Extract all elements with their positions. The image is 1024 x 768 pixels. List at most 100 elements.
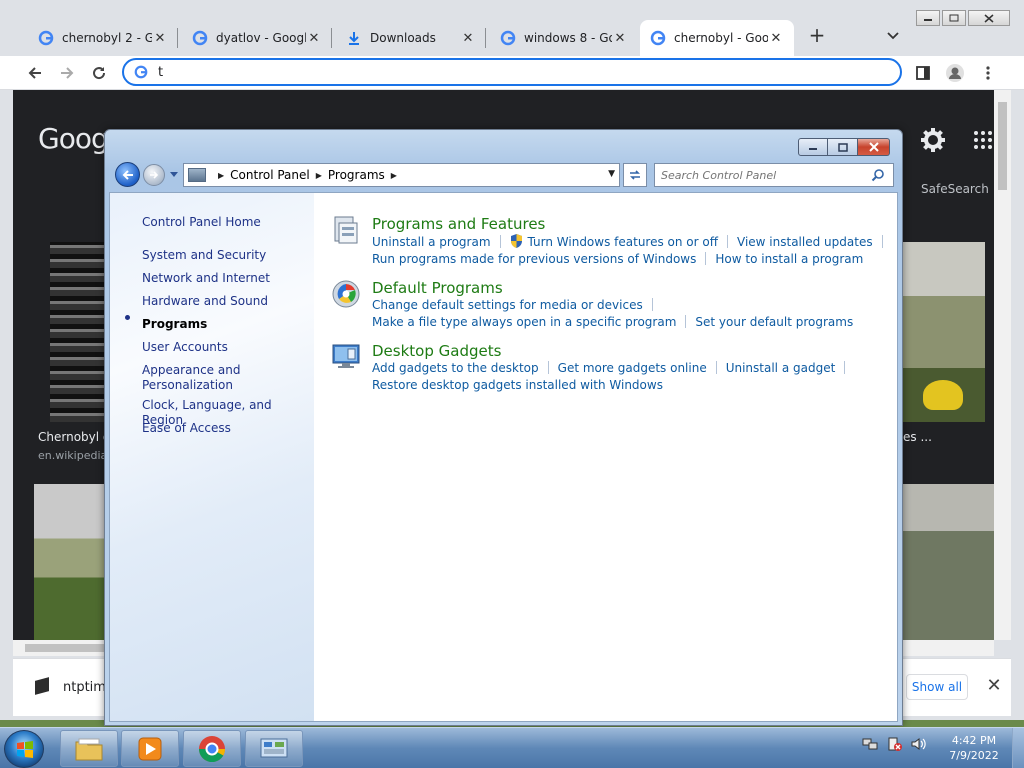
tab-windows-8[interactable]: windows 8 - Goo ✕ — [490, 20, 638, 56]
close-icon — [868, 142, 879, 152]
forward-button[interactable] — [143, 164, 165, 186]
breadcrumb-control-panel[interactable]: Control Panel — [230, 168, 310, 182]
google-g-icon — [650, 30, 666, 46]
nav-system-and-security[interactable]: System and Security — [142, 248, 266, 263]
tab-close-icon[interactable]: ✕ — [612, 31, 628, 46]
search-box[interactable] — [654, 163, 894, 187]
tab-chernobyl-2[interactable]: chernobyl 2 - Goo ✕ — [28, 20, 178, 56]
link-add-gadgets[interactable]: Add gadgets to the desktop — [372, 361, 539, 375]
chevron-down-icon[interactable] — [884, 26, 902, 44]
link-set-default-programs[interactable]: Set your default programs — [695, 315, 853, 329]
control-panel-content: Control Panel Home System and Security N… — [109, 192, 898, 722]
minimize-button[interactable] — [798, 138, 828, 156]
chevron-down-icon[interactable] — [169, 169, 179, 179]
control-panel-icon — [188, 168, 206, 182]
image-result[interactable] — [901, 484, 994, 640]
apps-grid-icon[interactable] — [973, 130, 993, 150]
current-item-bullet — [125, 315, 130, 320]
close-button[interactable] — [968, 10, 1010, 26]
category-links-row: Run programs made for previous versions … — [372, 252, 863, 266]
link-file-type-association[interactable]: Make a file type always open in a specif… — [372, 315, 676, 329]
google-g-icon — [192, 30, 208, 46]
maximize-button[interactable] — [828, 138, 858, 156]
chevron-down-icon[interactable]: ▼ — [608, 169, 615, 179]
link-change-default-media[interactable]: Change default settings for media or dev… — [372, 298, 643, 312]
category-title[interactable]: Programs and Features — [372, 215, 545, 233]
image-result[interactable] — [50, 242, 110, 422]
nav-hardware-and-sound[interactable]: Hardware and Sound — [142, 294, 268, 309]
address-bar[interactable] — [122, 58, 902, 86]
nav-user-accounts[interactable]: User Accounts — [142, 340, 228, 355]
link-turn-windows-features[interactable]: Turn Windows features on or off — [528, 235, 719, 249]
network-icon[interactable] — [862, 736, 878, 752]
search-icon[interactable] — [871, 168, 885, 182]
link-get-more-gadgets[interactable]: Get more gadgets online — [558, 361, 707, 375]
explorer-address-bar[interactable]: ▶ Control Panel ▶ Programs ▶ ▼ — [183, 163, 620, 187]
action-center-icon[interactable] — [886, 736, 902, 752]
tab-close-icon[interactable]: ✕ — [460, 31, 476, 46]
taskbar-media-player[interactable] — [121, 730, 179, 767]
show-desktop-button[interactable] — [1012, 728, 1024, 768]
tab-dyatlov[interactable]: dyatlov - Google ✕ — [182, 20, 332, 56]
link-separator — [715, 361, 717, 374]
scrollbar-thumb[interactable] — [25, 644, 115, 652]
safesearch-link[interactable]: SafeSearch — [921, 182, 989, 196]
omnibox-input[interactable] — [158, 64, 858, 80]
nav-appearance-and-personalization[interactable]: Appearance and Personalization — [142, 363, 252, 393]
nav-programs[interactable]: Programs — [142, 317, 207, 332]
google-g-icon — [134, 65, 148, 79]
clock-date: 7/9/2022 — [949, 749, 999, 762]
side-panel-button[interactable] — [912, 62, 934, 84]
start-button[interactable] — [4, 730, 44, 768]
link-view-installed-updates[interactable]: View installed updates — [737, 235, 873, 249]
vertical-scrollbar[interactable] — [994, 90, 1011, 640]
refresh-button[interactable] — [623, 163, 647, 187]
new-tab-button[interactable]: + — [806, 25, 828, 47]
menu-button[interactable] — [977, 62, 999, 84]
restore-button[interactable] — [942, 10, 966, 26]
nav-control-panel-home[interactable]: Control Panel Home — [142, 215, 261, 230]
taskbar-control-panel[interactable] — [245, 730, 303, 767]
category-links-row: Change default settings for media or dev… — [372, 298, 662, 312]
clock-time: 4:42 PM — [951, 734, 997, 747]
tab-close-icon[interactable]: ✕ — [152, 31, 168, 46]
category-title[interactable]: Default Programs — [372, 279, 503, 297]
link-uninstall-gadget[interactable]: Uninstall a gadget — [726, 361, 836, 375]
tab-chernobyl[interactable]: chernobyl - Goo ✕ — [640, 20, 794, 56]
minimize-button[interactable] — [916, 10, 940, 26]
category-title[interactable]: Desktop Gadgets — [372, 342, 501, 360]
tab-close-icon[interactable]: ✕ — [768, 31, 784, 46]
link-restore-gadgets[interactable]: Restore desktop gadgets installed with W… — [372, 378, 663, 392]
link-uninstall-program[interactable]: Uninstall a program — [372, 235, 491, 249]
nav-ease-of-access[interactable]: Ease of Access — [142, 421, 231, 436]
breadcrumb-arrow-icon[interactable]: ▶ — [218, 171, 224, 180]
reload-button[interactable] — [88, 62, 110, 84]
link-run-old-programs[interactable]: Run programs made for previous versions … — [372, 252, 696, 266]
media-player-icon — [138, 737, 162, 760]
image-result-title[interactable]: Chernobyl d — [38, 430, 111, 444]
close-button[interactable] — [858, 138, 890, 156]
link-how-to-install[interactable]: How to install a program — [715, 252, 863, 266]
volume-icon[interactable] — [910, 736, 926, 752]
tab-close-icon[interactable]: ✕ — [306, 31, 322, 46]
nav-network-and-internet[interactable]: Network and Internet — [142, 271, 270, 286]
back-button[interactable] — [24, 62, 46, 84]
image-result-title[interactable]: es ... — [903, 430, 932, 444]
show-all-button[interactable]: Show all — [906, 674, 968, 700]
breadcrumb-arrow-icon[interactable]: ▶ — [391, 171, 397, 180]
profile-button[interactable] — [944, 62, 966, 84]
gear-icon[interactable] — [919, 126, 947, 154]
forward-button[interactable] — [56, 62, 78, 84]
taskbar-explorer[interactable] — [60, 730, 118, 767]
google-logo[interactable]: Goog — [38, 122, 109, 155]
scrollbar-thumb[interactable] — [998, 102, 1007, 190]
close-icon[interactable]: ✕ — [983, 675, 1005, 697]
system-clock[interactable]: 4:42 PM 7/9/2022 — [944, 733, 1004, 763]
breadcrumb-arrow-icon[interactable]: ▶ — [316, 171, 322, 180]
google-g-icon — [38, 30, 54, 46]
search-input[interactable] — [661, 168, 871, 182]
taskbar-chrome[interactable] — [183, 730, 241, 767]
back-button[interactable] — [115, 162, 140, 187]
tab-downloads[interactable]: Downloads ✕ — [336, 20, 486, 56]
breadcrumb-programs[interactable]: Programs — [328, 168, 385, 182]
